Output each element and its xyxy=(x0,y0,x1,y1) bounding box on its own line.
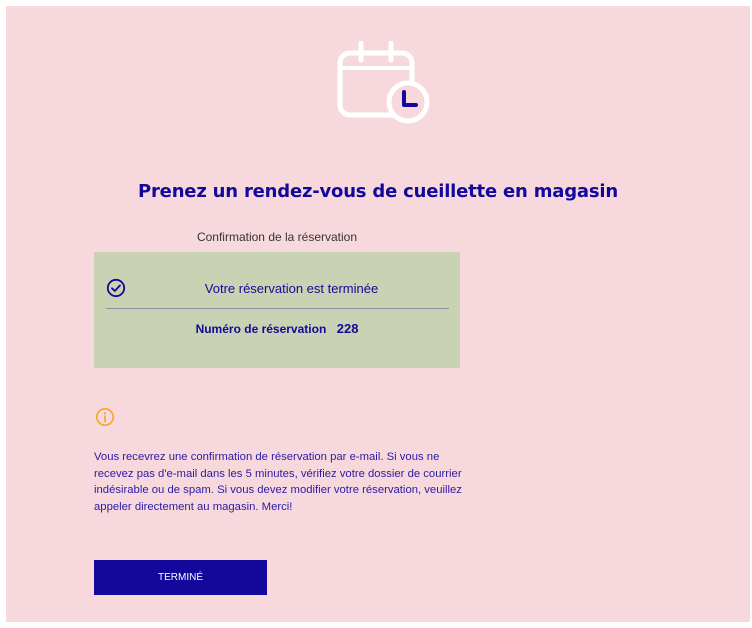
reservation-number-row: Numéro de réservation 228 xyxy=(94,320,460,338)
step-label: Confirmation de la réservation xyxy=(196,230,358,244)
reservation-number-label: Numéro de réservation xyxy=(195,322,327,336)
confirmation-card: Votre réservation est terminée Numéro de… xyxy=(94,252,460,368)
page-title: Prenez un rendez-vous de cueillette en m… xyxy=(138,181,618,202)
calendar-clock-icon xyxy=(337,41,430,124)
reservation-number-value: 228 xyxy=(336,321,359,336)
info-circle-icon xyxy=(96,408,114,426)
check-circle-icon xyxy=(106,278,126,298)
booking-panel: Prenez un rendez-vous de cueillette en m… xyxy=(6,6,750,622)
card-divider xyxy=(106,308,449,309)
confirmation-message: Votre réservation est terminée xyxy=(204,281,379,296)
done-button[interactable]: Terminé xyxy=(94,560,267,595)
email-notice-text: Vous recevrez une confirmation de réserv… xyxy=(94,451,462,513)
